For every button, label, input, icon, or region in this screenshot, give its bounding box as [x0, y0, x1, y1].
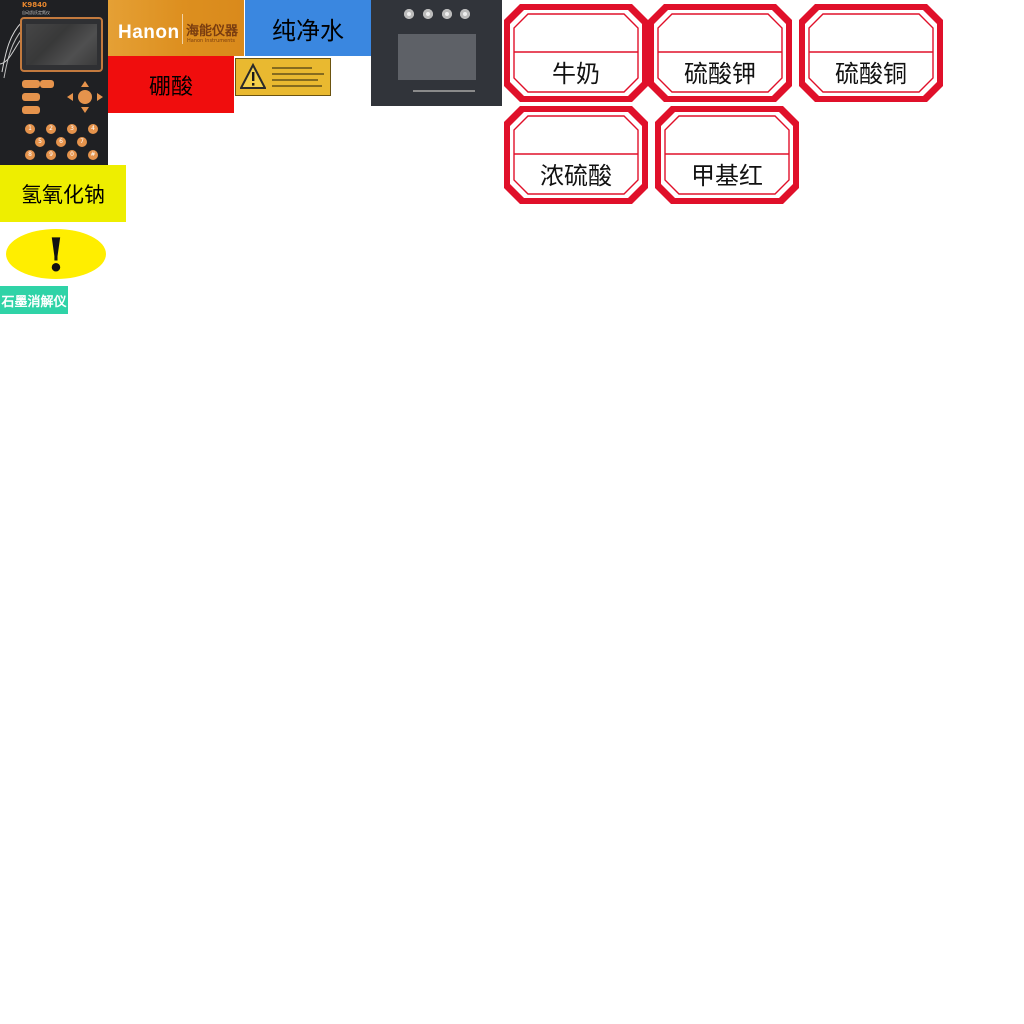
keypad-key[interactable]: #: [88, 150, 98, 160]
keypad-key[interactable]: 5: [35, 137, 45, 147]
dpad-icon[interactable]: [64, 80, 106, 116]
brand-name-cn: 海能仪器: [186, 24, 239, 39]
tag-label: 硫酸铜: [835, 60, 907, 88]
device-model-label: K9840: [22, 1, 47, 9]
indicator-knob-icon[interactable]: [404, 9, 414, 19]
tag-label: 牛奶: [552, 60, 600, 88]
controller-nameplate: [413, 90, 475, 92]
exclamation-warning-icon[interactable]: !: [6, 229, 106, 279]
caution-text-line: [272, 67, 312, 69]
hanon-logo-plate[interactable]: Hanon 海能仪器 Hanon Instruments: [108, 0, 244, 56]
caution-text-line: [272, 85, 322, 87]
indicator-knob-icon[interactable]: [423, 9, 433, 19]
device-function-button[interactable]: [22, 80, 40, 88]
device-function-button[interactable]: [22, 93, 40, 101]
reagent-tag[interactable]: 牛奶: [502, 2, 650, 104]
brand-wordmark: Hanon: [118, 22, 180, 43]
boric-acid-label[interactable]: 硼酸: [108, 56, 234, 113]
reagent-tag[interactable]: 硫酸钾: [646, 2, 794, 104]
keypad-key[interactable]: 1: [25, 124, 35, 134]
keypad-key[interactable]: 2: [46, 124, 56, 134]
caution-sign[interactable]: [235, 58, 331, 96]
device-function-button[interactable]: [40, 80, 54, 88]
reagent-tag[interactable]: 浓硫酸: [502, 104, 650, 206]
device-subtitle-label: 自动凯氏定氮仪: [22, 10, 50, 15]
reagent-tag[interactable]: 硫酸铜: [797, 2, 945, 104]
warning-triangle-icon: [240, 63, 266, 89]
keypad-key[interactable]: 0: [67, 150, 77, 160]
indicator-knob-icon[interactable]: [442, 9, 452, 19]
reagent-tag[interactable]: 甲基红: [653, 104, 801, 206]
tag-label: 甲基红: [691, 162, 763, 190]
graphite-digester-label[interactable]: 石墨消解仪: [0, 286, 68, 314]
tag-label: 浓硫酸: [540, 162, 612, 190]
kjeldahl-analyzer-panel[interactable]: K9840 自动凯氏定氮仪 1 2 3 4 5 6 7 8 9 0 #: [0, 0, 108, 165]
keypad-key[interactable]: 7: [77, 137, 87, 147]
caution-text-line: [272, 79, 318, 81]
keypad-key[interactable]: 3: [67, 124, 77, 134]
caution-text-line: [272, 73, 324, 75]
pure-water-label[interactable]: 纯净水: [245, 0, 371, 56]
keypad-key[interactable]: 4: [88, 124, 98, 134]
indicator-knob-icon[interactable]: [460, 9, 470, 19]
brand-name-en: Hanon Instruments: [187, 38, 235, 44]
device-display: [20, 17, 103, 72]
controller-unit[interactable]: [371, 0, 502, 106]
controller-display: [398, 34, 476, 80]
canvas: K9840 自动凯氏定氮仪 1 2 3 4 5 6 7 8 9 0 # Hano…: [0, 0, 1024, 1024]
device-function-button[interactable]: [22, 106, 40, 114]
logo-divider: [182, 14, 183, 44]
keypad-key[interactable]: 8: [25, 150, 35, 160]
keypad-key[interactable]: 9: [46, 150, 56, 160]
warning-mark: !: [46, 229, 66, 279]
keypad-key[interactable]: 6: [56, 137, 66, 147]
tag-label: 硫酸钾: [684, 60, 756, 88]
sodium-hydroxide-label[interactable]: 氢氧化钠: [0, 165, 126, 222]
